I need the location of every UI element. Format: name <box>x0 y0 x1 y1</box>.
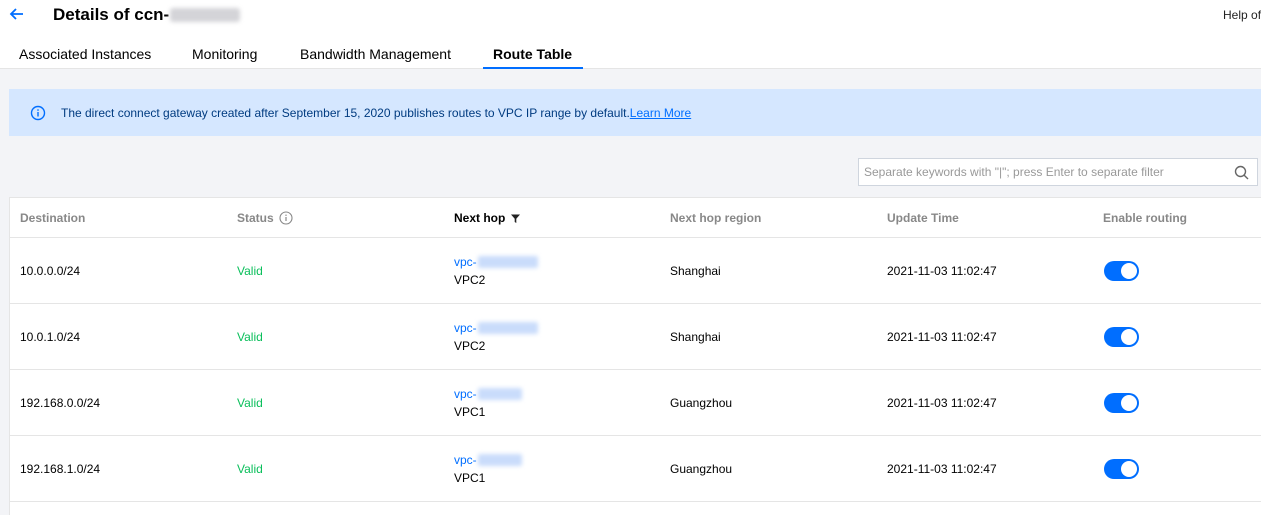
region-cell: Guangzhou <box>670 396 733 410</box>
learn-more-link[interactable]: Learn More <box>630 106 691 120</box>
table-row: 10.0.0.0/24 Valid vpc- VPC2 Shanghai 202… <box>10 238 1261 304</box>
notice-text: The direct connect gateway created after… <box>61 105 630 120</box>
next-hop-link[interactable]: vpc- <box>454 255 538 269</box>
route-table: Destination Status Next hop Next hop reg… <box>9 197 1261 515</box>
info-circle-icon <box>30 105 46 120</box>
next-hop-name: VPC1 <box>454 471 486 485</box>
ccn-id-redacted <box>170 8 241 22</box>
enable-routing-toggle[interactable] <box>1104 327 1139 347</box>
filter-icon[interactable] <box>510 213 521 224</box>
destination-cell: 192.168.1.0/24 <box>20 462 101 476</box>
help-link[interactable]: Help of <box>1223 8 1261 22</box>
tab-route-table[interactable]: Route Table <box>493 46 572 62</box>
search-input[interactable] <box>859 159 1229 185</box>
next-hop-name: VPC2 <box>454 339 486 353</box>
update-time-cell: 2021-11-03 11:02:47 <box>887 264 997 278</box>
column-update-time: Update Time <box>887 211 959 225</box>
toggle-knob <box>1121 263 1137 279</box>
enable-routing-toggle[interactable] <box>1104 261 1139 281</box>
page-title-text: Details of ccn- <box>53 5 170 24</box>
vpc-id-redacted <box>477 322 538 334</box>
search-box <box>858 158 1258 186</box>
active-tab-indicator <box>483 67 583 69</box>
enable-routing-toggle[interactable] <box>1104 459 1139 479</box>
vpc-id-redacted <box>477 454 522 466</box>
region-cell: Shanghai <box>670 264 721 278</box>
column-next-hop: Next hop <box>454 211 521 225</box>
tab-bandwidth-management[interactable]: Bandwidth Management <box>300 46 451 62</box>
top-bar: Details of ccn- Help of Associated Insta… <box>0 0 1261 69</box>
next-hop-link[interactable]: vpc- <box>454 321 538 335</box>
vpc-id-redacted <box>477 388 522 400</box>
region-cell: Guangzhou <box>670 462 733 476</box>
region-cell: Shanghai <box>670 330 721 344</box>
table-header: Destination Status Next hop Next hop reg… <box>10 198 1261 238</box>
table-row: 192.168.0.0/24 Valid vpc- VPC1 Guangzhou… <box>10 370 1261 436</box>
toggle-knob <box>1121 461 1137 477</box>
update-time-cell: 2021-11-03 11:02:47 <box>887 462 997 476</box>
status-help-icon[interactable] <box>279 211 293 225</box>
status-cell: Valid <box>237 264 263 278</box>
tab-monitoring[interactable]: Monitoring <box>192 46 257 62</box>
column-next-hop-region: Next hop region <box>670 211 762 225</box>
tab-associated-instances[interactable]: Associated Instances <box>19 46 151 62</box>
status-cell: Valid <box>237 330 263 344</box>
update-time-cell: 2021-11-03 11:02:47 <box>887 396 997 410</box>
search-icon[interactable] <box>1234 165 1249 180</box>
status-cell: Valid <box>237 396 263 410</box>
page-title: Details of ccn- <box>53 4 241 26</box>
next-hop-name: VPC2 <box>454 273 486 287</box>
toggle-knob <box>1121 329 1137 345</box>
update-time-cell: 2021-11-03 11:02:47 <box>887 330 997 344</box>
arrow-left-icon[interactable] <box>8 5 26 23</box>
next-hop-link[interactable]: vpc- <box>454 453 522 467</box>
column-status: Status <box>237 211 293 225</box>
table-row: 192.168.1.0/24 Valid vpc- VPC1 Guangzhou… <box>10 436 1261 502</box>
destination-cell: 10.0.1.0/24 <box>20 330 81 344</box>
table-row: 10.0.1.0/24 Valid vpc- VPC2 Shanghai 202… <box>10 304 1261 370</box>
destination-cell: 10.0.0.0/24 <box>20 264 81 278</box>
next-hop-name: VPC1 <box>454 405 486 419</box>
enable-routing-toggle[interactable] <box>1104 393 1139 413</box>
info-notice: The direct connect gateway created after… <box>9 89 1261 136</box>
toggle-knob <box>1121 395 1137 411</box>
status-cell: Valid <box>237 462 263 476</box>
column-destination: Destination <box>20 211 86 225</box>
column-enable-routing: Enable routing <box>1103 211 1187 225</box>
vpc-id-redacted <box>477 256 538 268</box>
next-hop-link[interactable]: vpc- <box>454 387 522 401</box>
destination-cell: 192.168.0.0/24 <box>20 396 101 410</box>
